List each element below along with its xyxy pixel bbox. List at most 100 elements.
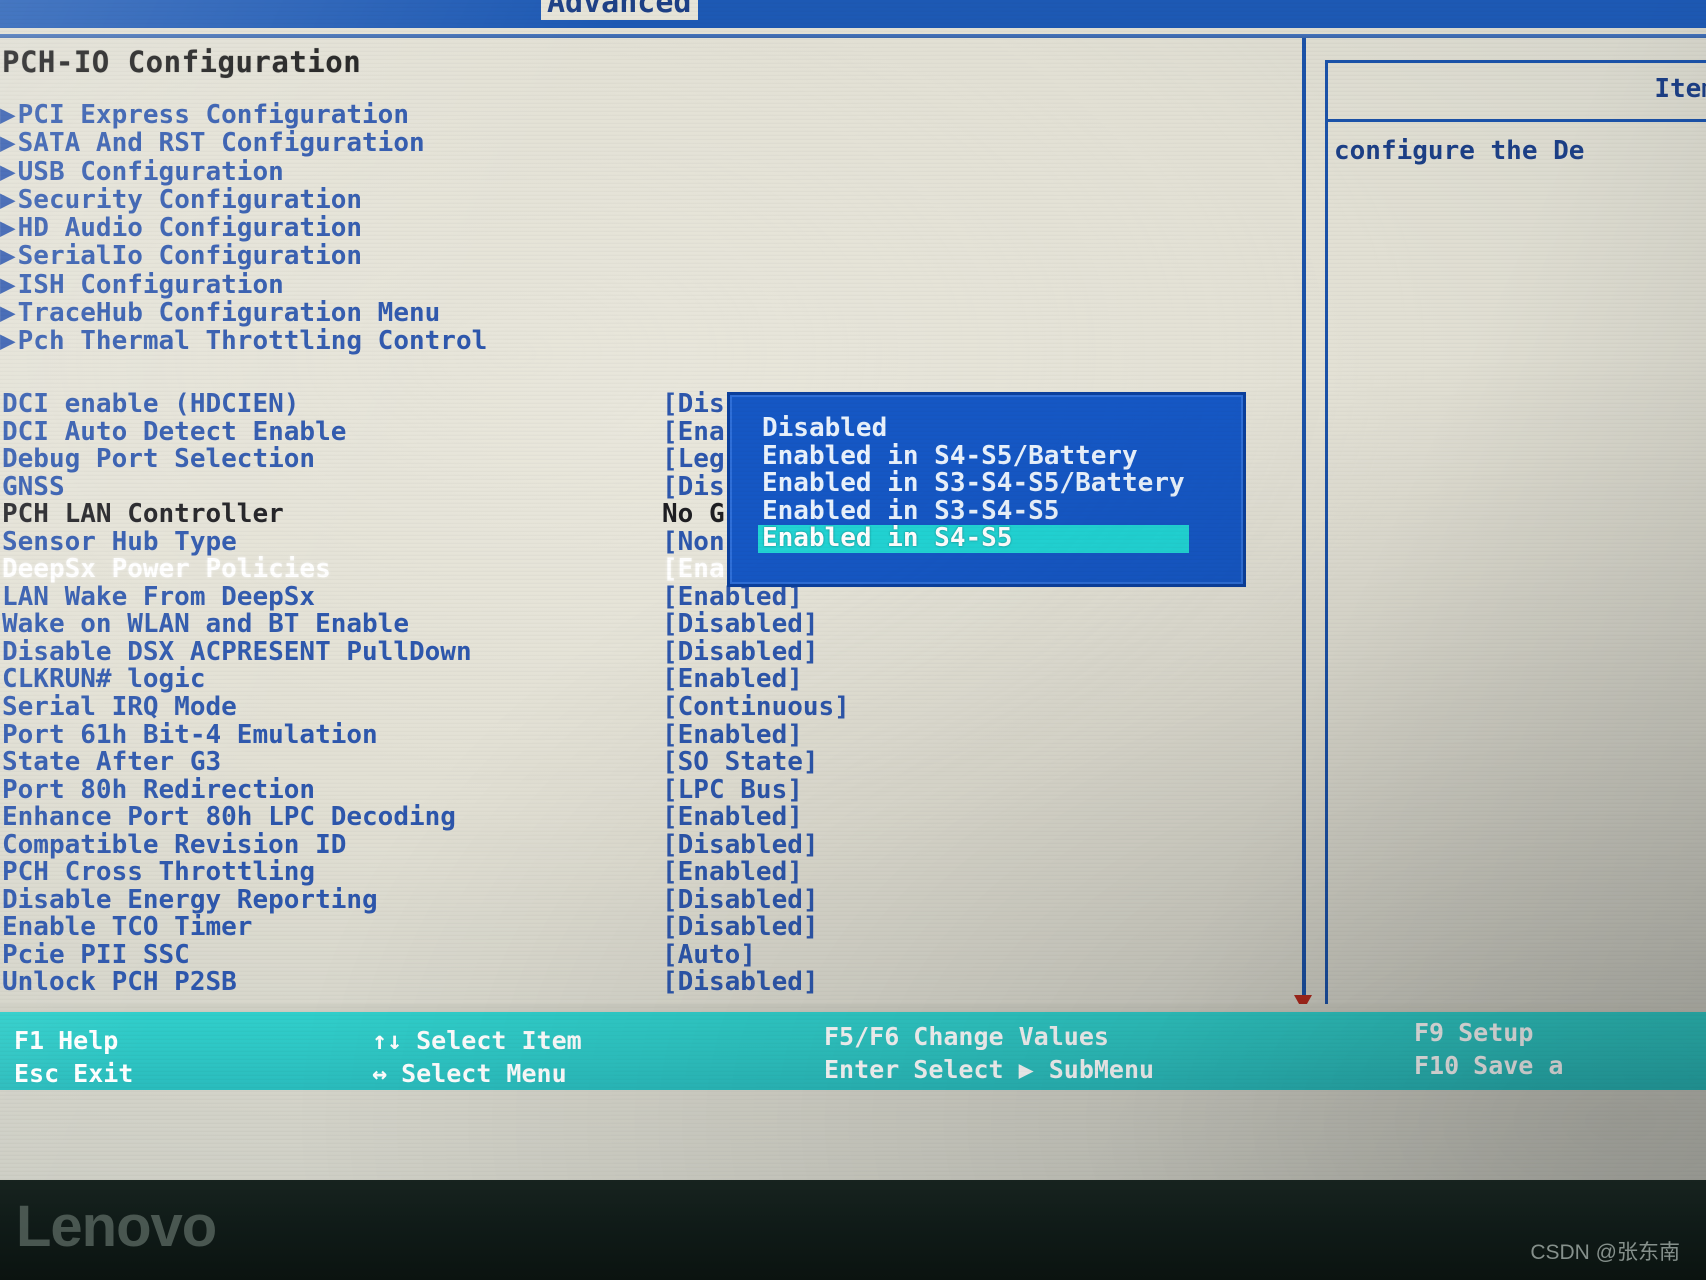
watermark: CSDN @张东南 — [1530, 1241, 1680, 1264]
submenu-arrow-icon: ▶ — [0, 326, 16, 357]
option-value[interactable]: [Disabled] — [662, 830, 819, 860]
option-label: Port 80h Redirection — [2, 774, 316, 805]
panel-separator — [1302, 38, 1306, 1013]
option-value: No G — [662, 499, 725, 530]
option-label: PCH LAN Controller — [2, 499, 284, 530]
submenu-item-label: PCI Express Configuration — [17, 100, 409, 130]
legend-text-save: Save a — [1473, 1051, 1564, 1080]
option-value[interactable]: [Disabled] — [662, 912, 819, 942]
option-label: Enhance Port 80h LPC Decoding — [2, 802, 456, 833]
option-row[interactable]: Compatible Revision ID [Disabled] — [0, 830, 1300, 860]
option-label: CLKRUN# logic — [2, 664, 206, 695]
option-label: Debug Port Selection — [2, 444, 316, 475]
option-value[interactable]: [Enabled] — [662, 664, 803, 694]
option-label: Port 61h Bit-4 Emulation — [2, 719, 378, 750]
up-down-arrow-icon: ↑↓ — [372, 1026, 403, 1055]
submenu-item[interactable]: ▶USB Configuration — [0, 156, 487, 187]
legend-key-f10: F10 — [1414, 1051, 1460, 1080]
option-label: Enable TCO Timer — [2, 912, 253, 943]
legend-key-f9: F9 — [1414, 1018, 1445, 1047]
option-value[interactable]: [Enabled] — [662, 720, 803, 750]
submenu-item-label: Security Configuration — [17, 184, 363, 215]
option-label: Disable Energy Reporting — [2, 884, 378, 915]
option-value[interactable]: [SO State] — [662, 747, 819, 777]
option-label: Wake on WLAN and BT Enable — [2, 609, 409, 640]
option-label: Pcie PII SSC — [2, 939, 190, 970]
option-row[interactable]: Port 80h Redirection [LPC Bus] — [0, 774, 1300, 805]
option-value[interactable]: [Ena — [662, 417, 725, 447]
option-value[interactable]: [Dis — [662, 472, 725, 502]
legend-key-enter: Enter — [824, 1055, 900, 1084]
menubar-underline — [0, 34, 1706, 38]
option-value[interactable]: [Auto] — [662, 940, 756, 970]
submenu-item[interactable]: ▶ISH Configuration — [0, 269, 487, 300]
laptop-bezel — [0, 1180, 1706, 1280]
submenu-arrow-icon: ▶ — [0, 156, 16, 187]
left-right-arrow-icon: ↔ — [372, 1059, 388, 1088]
dropdown-option-list: Disabled Enabled in S4-S5/Battery Enabled … — [758, 414, 1189, 553]
submenu-item[interactable]: ▶SerialIo Configuration — [0, 241, 487, 272]
option-value[interactable]: [Non — [662, 527, 725, 557]
submenu-item-label: SATA And RST Configuration — [17, 128, 425, 159]
option-row[interactable]: State After G3 [SO State] — [0, 747, 1300, 778]
option-value[interactable]: [Disabled] — [662, 967, 819, 997]
dropdown-option[interactable]: Enabled in S4-S5 — [758, 524, 1189, 553]
submenu-item-label: Pch Thermal Throttling Control — [17, 326, 488, 357]
submenu-item[interactable]: ▶SATA And RST Configuration — [0, 128, 487, 159]
option-row[interactable]: CLKRUN# logic [Enabled] — [0, 664, 1300, 695]
option-value[interactable]: [Ena — [662, 554, 725, 584]
option-value[interactable]: [Disabled] — [662, 609, 819, 639]
deepsx-power-policies-dropdown[interactable]: Disabled Enabled in S4-S5/Battery Enabled … — [727, 392, 1246, 587]
submenu-item-label: ISH Configuration — [17, 269, 284, 300]
submenu-item[interactable]: ▶PCI Express Configuration — [0, 100, 487, 130]
submenu-arrow-icon: ▶ — [0, 269, 16, 300]
submenu-arrow-icon: ▶ — [0, 241, 16, 272]
option-value[interactable]: [Enabled] — [662, 802, 803, 832]
option-row[interactable]: Disable Energy Reporting [Disabled] — [0, 884, 1300, 915]
option-value[interactable]: [LPC Bus] — [662, 775, 803, 805]
legend-col-2: ↑↓ Select Item ↔ Select Menu — [372, 1026, 582, 1088]
legend-text-exit: Exit — [73, 1059, 134, 1088]
option-row[interactable]: PCH Cross Throttling [Enabled] — [0, 857, 1300, 887]
option-label: DeepSx Power Policies — [2, 554, 331, 585]
legend-text-select-item: Select Item — [416, 1026, 582, 1055]
option-row[interactable]: Enhance Port 80h LPC Decoding [Enabled] — [0, 802, 1300, 833]
option-row[interactable]: Wake on WLAN and BT Enable [Disabled] — [0, 609, 1300, 640]
option-value[interactable]: [Disabled] — [662, 637, 819, 667]
dropdown-option[interactable]: Disabled — [758, 414, 1189, 443]
submenu-item[interactable]: ▶HD Audio Configuration — [0, 213, 487, 244]
option-value[interactable]: [Leg — [662, 444, 725, 474]
option-value[interactable]: [Continuous] — [662, 692, 850, 722]
dropdown-option[interactable]: Enabled in S3-S4-S5 — [758, 497, 1189, 526]
submenu-item[interactable]: ▶TraceHub Configuration Menu — [0, 298, 487, 328]
option-row[interactable]: Unlock PCH P2SB [Disabled] — [0, 967, 1300, 997]
menu-bar: Advanced — [0, 0, 1706, 28]
submenu-item[interactable]: ▶Pch Thermal Throttling Control — [0, 326, 488, 357]
option-row[interactable]: Port 61h Bit-4 Emulation [Enabled] — [0, 719, 1300, 750]
option-value[interactable]: [Disabled] — [662, 885, 819, 915]
legend-key-f1: F1 — [14, 1026, 45, 1055]
submenu-arrow-icon: ▶ — [0, 100, 16, 130]
option-row[interactable]: Serial IRQ Mode [Continuous] — [0, 692, 1300, 722]
submenu-item-label: HD Audio Configuration — [17, 213, 363, 244]
bios-screen-panel: Advanced PCH-IO Configuration ▶PCI Expre… — [0, 0, 1706, 1180]
submenu-item[interactable]: ▶Security Configuration — [0, 184, 487, 215]
bios-screenshot: Advanced PCH-IO Configuration ▶PCI Expre… — [0, 0, 1706, 1280]
item-help-panel: Item configure the De — [1325, 60, 1706, 1010]
option-label: DCI enable (HDCIEN) — [2, 389, 300, 419]
tab-advanced[interactable]: Advanced — [541, 0, 698, 20]
option-row[interactable]: Disable DSX ACPRESENT PullDown [Disabled] — [0, 637, 1300, 667]
option-row[interactable]: Pcie PII SSC [Auto] — [0, 939, 1300, 970]
key-legend-bar: F1 Help Esc Exit ↑↓ Select Item ↔ Select Men… — [0, 1004, 1706, 1090]
item-help-text: configure the De — [1334, 136, 1585, 166]
item-help-title: Item — [1654, 74, 1706, 104]
option-row[interactable]: Enable TCO Timer [Disabled] — [0, 912, 1300, 943]
submenu-item-label: SerialIo Configuration — [17, 241, 363, 272]
legend-key-esc: Esc — [14, 1059, 60, 1088]
option-value[interactable]: [Enabled] — [662, 857, 803, 887]
option-value[interactable]: [Dis — [662, 389, 725, 419]
dropdown-option[interactable]: Enabled in S4-S5/Battery — [758, 442, 1189, 471]
option-label: State After G3 — [2, 747, 222, 778]
legend-col-4: F9 Setup F10 Save a — [1414, 1018, 1563, 1080]
dropdown-option[interactable]: Enabled in S3-S4-S5/Battery — [758, 469, 1189, 498]
